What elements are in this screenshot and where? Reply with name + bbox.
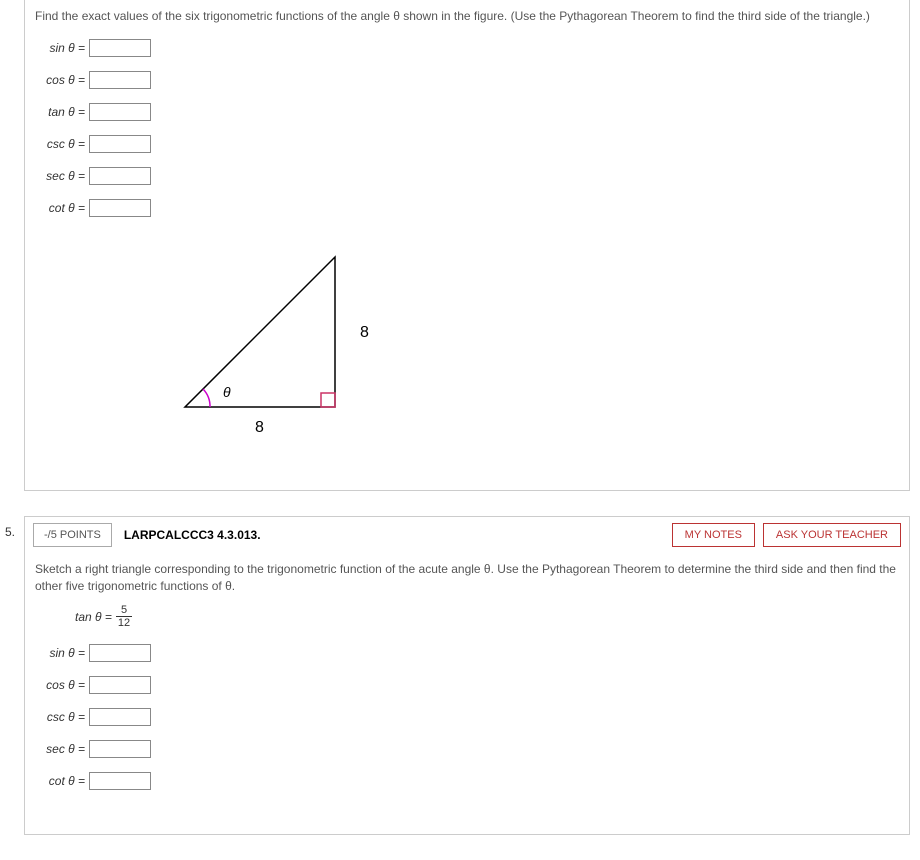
q1-csc-input[interactable] bbox=[89, 135, 151, 153]
q1-cot-input[interactable] bbox=[89, 199, 151, 217]
q2-cos-input[interactable] bbox=[89, 676, 151, 694]
q2-sec-label: sec θ = bbox=[41, 742, 89, 756]
q1-tan-row: tan θ = bbox=[41, 103, 899, 121]
question-2: 5. -/5 POINTS LARPCALCCC3 4.3.013. MY NO… bbox=[24, 516, 910, 835]
q1-sin-row: sin θ = bbox=[41, 39, 899, 57]
q1-cos-input[interactable] bbox=[89, 71, 151, 89]
q2-csc-label: csc θ = bbox=[41, 710, 89, 724]
q1-sec-label: sec θ = bbox=[41, 169, 89, 183]
q2-sin-row: sin θ = bbox=[41, 644, 899, 662]
q1-tan-label: tan θ = bbox=[41, 105, 89, 119]
q1-cot-label: cot θ = bbox=[41, 201, 89, 215]
q1-cot-row: cot θ = bbox=[41, 199, 899, 217]
my-notes-button[interactable]: MY NOTES bbox=[672, 523, 755, 547]
q2-given-num: 5 bbox=[116, 604, 132, 617]
q2-csc-input[interactable] bbox=[89, 708, 151, 726]
q2-number: 5. bbox=[5, 525, 15, 539]
q2-cos-label: cos θ = bbox=[41, 678, 89, 692]
q2-book-ref: LARPCALCCC3 4.3.013. bbox=[120, 523, 265, 547]
q2-given-fraction: 5 12 bbox=[116, 604, 132, 629]
q2-instruction: Sketch a right triangle corresponding to… bbox=[35, 561, 899, 595]
q1-sec-input[interactable] bbox=[89, 167, 151, 185]
q1-sin-label: sin θ = bbox=[41, 41, 89, 55]
triangle-theta-label: θ bbox=[223, 384, 231, 400]
q2-given: tan θ = 5 12 bbox=[75, 604, 899, 629]
ask-teacher-button[interactable]: ASK YOUR TEACHER bbox=[763, 523, 901, 547]
q2-sin-input[interactable] bbox=[89, 644, 151, 662]
q1-cos-row: cos θ = bbox=[41, 71, 899, 89]
q1-cos-label: cos θ = bbox=[41, 73, 89, 87]
q2-header: -/5 POINTS LARPCALCCC3 4.3.013. MY NOTES… bbox=[25, 517, 909, 553]
q1-csc-row: csc θ = bbox=[41, 135, 899, 153]
q1-sec-row: sec θ = bbox=[41, 167, 899, 185]
q2-given-den: 12 bbox=[116, 617, 132, 629]
q2-sec-input[interactable] bbox=[89, 740, 151, 758]
q1-instruction: Find the exact values of the six trigono… bbox=[35, 8, 899, 25]
question-1: Find the exact values of the six trigono… bbox=[24, 0, 910, 491]
triangle-svg: θ 8 8 bbox=[165, 237, 395, 447]
question-1-content: Find the exact values of the six trigono… bbox=[25, 0, 909, 490]
question-2-content: Sketch a right triangle corresponding to… bbox=[25, 553, 909, 834]
q1-triangle-figure: θ 8 8 bbox=[165, 237, 899, 450]
triangle-right-label: 8 bbox=[360, 324, 369, 341]
q2-cos-row: cos θ = bbox=[41, 676, 899, 694]
q1-sin-input[interactable] bbox=[89, 39, 151, 57]
q2-sin-label: sin θ = bbox=[41, 646, 89, 660]
q2-points[interactable]: -/5 POINTS bbox=[33, 523, 112, 547]
q1-tan-input[interactable] bbox=[89, 103, 151, 121]
q2-given-label: tan θ = bbox=[75, 610, 112, 624]
triangle-bottom-label: 8 bbox=[255, 419, 264, 436]
q1-csc-label: csc θ = bbox=[41, 137, 89, 151]
q2-sec-row: sec θ = bbox=[41, 740, 899, 758]
q2-csc-row: csc θ = bbox=[41, 708, 899, 726]
